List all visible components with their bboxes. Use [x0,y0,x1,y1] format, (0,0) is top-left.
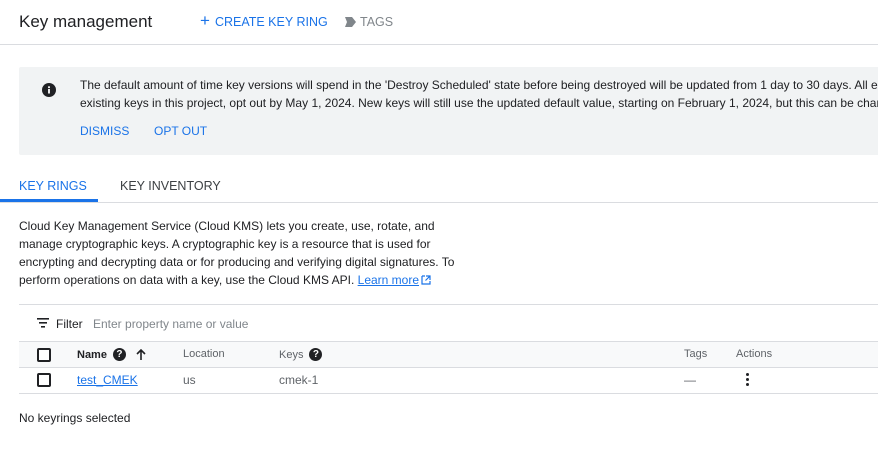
column-name[interactable]: Name ? [77,348,146,361]
banner-line-2: existing keys in this project, opt out b… [80,96,878,110]
create-key-ring-label: CREATE KEY RING [214,15,328,29]
table-row: test_CMEK us cmek-1 — [19,368,878,394]
row-checkbox[interactable] [37,373,51,387]
banner-line-1: The default amount of time key versions … [80,78,878,92]
tags-label: TAGS [360,15,394,29]
help-icon[interactable]: ? [112,348,126,361]
info-icon [42,83,56,97]
description: Cloud Key Management Service (Cloud KMS)… [19,217,479,289]
keyring-name-link[interactable]: test_CMEK [77,373,138,387]
keyring-location: us [183,373,196,387]
column-keys: Keys ? [279,348,323,361]
page-header: Key management + CREATE KEY RING TAGS [0,0,878,45]
learn-more-link[interactable]: Learn more [358,273,431,287]
filter-bar: Filter [19,304,878,341]
column-keys-label: Keys [279,348,304,361]
keyring-tags: — [684,373,696,387]
external-link-icon [421,275,431,285]
column-location[interactable]: Location [183,348,225,360]
more-actions-icon[interactable] [744,373,750,389]
info-banner: The default amount of time key versions … [19,67,878,155]
active-tab-indicator [0,199,98,202]
help-icon[interactable]: ? [309,348,323,361]
filter-input[interactable] [93,314,593,334]
tab-key-inventory[interactable]: KEY INVENTORY [120,179,221,193]
tab-key-rings[interactable]: KEY RINGS [19,179,87,193]
column-actions: Actions [736,348,773,360]
table-header: Name ? Location Keys ? Tags Actions [19,341,878,368]
selection-status: No keyrings selected [19,411,131,425]
keyring-keys: cmek-1 [279,373,319,387]
tag-icon [345,17,356,27]
column-tags: Tags [684,348,708,360]
tab-bar: KEY RINGS KEY INVENTORY [0,168,878,203]
select-all-checkbox[interactable] [37,348,51,362]
filter-icon[interactable] [37,318,49,328]
page-title: Key management [19,12,153,31]
filter-label: Filter [56,317,83,331]
tags-button[interactable]: TAGS [345,15,393,29]
dismiss-button[interactable]: DISMISS [80,124,129,138]
learn-more-label: Learn more [357,273,420,287]
column-name-label: Name [77,348,107,361]
banner-message: The default amount of time key versions … [80,76,878,112]
create-key-ring-button[interactable]: + CREATE KEY RING [200,11,328,30]
sort-ascending-icon[interactable] [136,348,146,361]
opt-out-button[interactable]: OPT OUT [154,124,207,138]
plus-icon: + [200,11,210,30]
